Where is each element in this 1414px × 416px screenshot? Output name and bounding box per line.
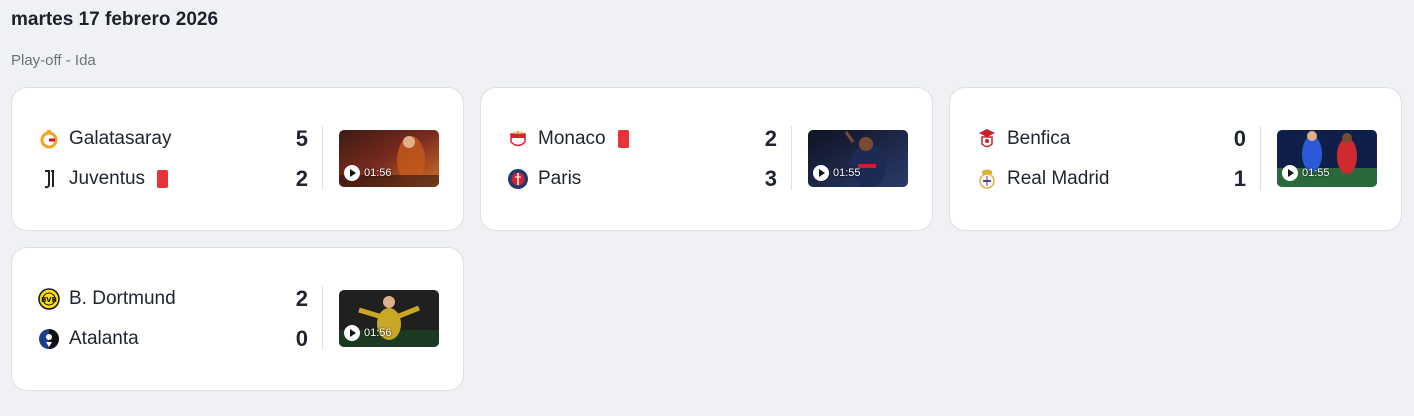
divider	[322, 286, 323, 350]
divider	[1260, 126, 1261, 190]
round-label: Play-off - Ida	[11, 52, 96, 69]
home-score: 2	[764, 126, 777, 151]
play-icon	[344, 165, 360, 181]
home-score: 0	[1233, 126, 1246, 151]
match-card[interactable]: Benfica 0 Real Madrid 1 01:55	[949, 87, 1402, 231]
divider	[322, 126, 323, 190]
play-icon	[344, 325, 360, 341]
red-card-icon	[157, 170, 169, 188]
away-score: 0	[295, 326, 308, 351]
home-team-name: B. Dortmund	[69, 288, 176, 309]
play-badge: 01:55	[1282, 165, 1330, 181]
home-score: 5	[295, 126, 308, 151]
home-team-name: Monaco	[538, 128, 606, 149]
psg-crest-icon	[507, 168, 529, 190]
video-duration: 01:56	[364, 167, 392, 179]
video-thumbnail[interactable]: 01:56	[339, 130, 439, 187]
benfica-crest-icon	[976, 128, 998, 150]
home-score: 2	[295, 286, 308, 311]
match-card[interactable]: BVB B. Dortmund 2 Atalanta 0 01:56	[11, 247, 464, 391]
play-icon	[1282, 165, 1298, 181]
play-badge: 01:55	[813, 165, 861, 181]
video-duration: 01:55	[833, 167, 861, 179]
juventus-crest-icon	[38, 168, 60, 190]
away-team-row: Real Madrid 1	[976, 166, 1246, 192]
home-team-name: Benfica	[1007, 128, 1071, 149]
home-team-row: Benfica 0	[976, 126, 1246, 152]
away-score: 3	[764, 166, 777, 191]
video-thumbnail[interactable]: 01:55	[808, 130, 908, 187]
dortmund-crest-icon: BVB	[38, 288, 60, 310]
match-card[interactable]: Monaco 2 Paris 3 01:55	[480, 87, 933, 231]
galatasaray-crest-icon	[38, 128, 60, 150]
play-badge: 01:56	[344, 165, 392, 181]
home-team-name: Galatasaray	[69, 128, 172, 149]
divider	[791, 126, 792, 190]
video-thumbnail[interactable]: 01:56	[339, 290, 439, 347]
red-card-icon	[617, 130, 629, 148]
away-score: 1	[1233, 166, 1246, 191]
away-team-name: Real Madrid	[1007, 168, 1110, 189]
match-card[interactable]: Galatasaray 5 Juventus 2 01:56	[11, 87, 464, 231]
away-team-name: Atalanta	[69, 328, 139, 349]
home-team-row: Galatasaray 5	[38, 126, 308, 152]
real-madrid-crest-icon	[976, 168, 998, 190]
monaco-crest-icon	[507, 128, 529, 150]
away-score: 2	[295, 166, 308, 191]
date-title: martes 17 febrero 2026	[11, 9, 219, 30]
svg-text:BVB: BVB	[41, 296, 57, 304]
away-team-name: Juventus	[69, 168, 146, 189]
video-duration: 01:56	[364, 327, 392, 339]
away-team-row: Juventus 2	[38, 166, 308, 192]
video-duration: 01:55	[1302, 167, 1330, 179]
away-team-row: Atalanta 0	[38, 326, 308, 352]
away-team-name: Paris	[538, 168, 582, 189]
home-team-row: BVB B. Dortmund 2	[38, 286, 308, 312]
play-icon	[813, 165, 829, 181]
away-team-row: Paris 3	[507, 166, 777, 192]
atalanta-crest-icon	[38, 328, 60, 350]
home-team-row: Monaco 2	[507, 126, 777, 152]
play-badge: 01:56	[344, 325, 392, 341]
video-thumbnail[interactable]: 01:55	[1277, 130, 1377, 187]
